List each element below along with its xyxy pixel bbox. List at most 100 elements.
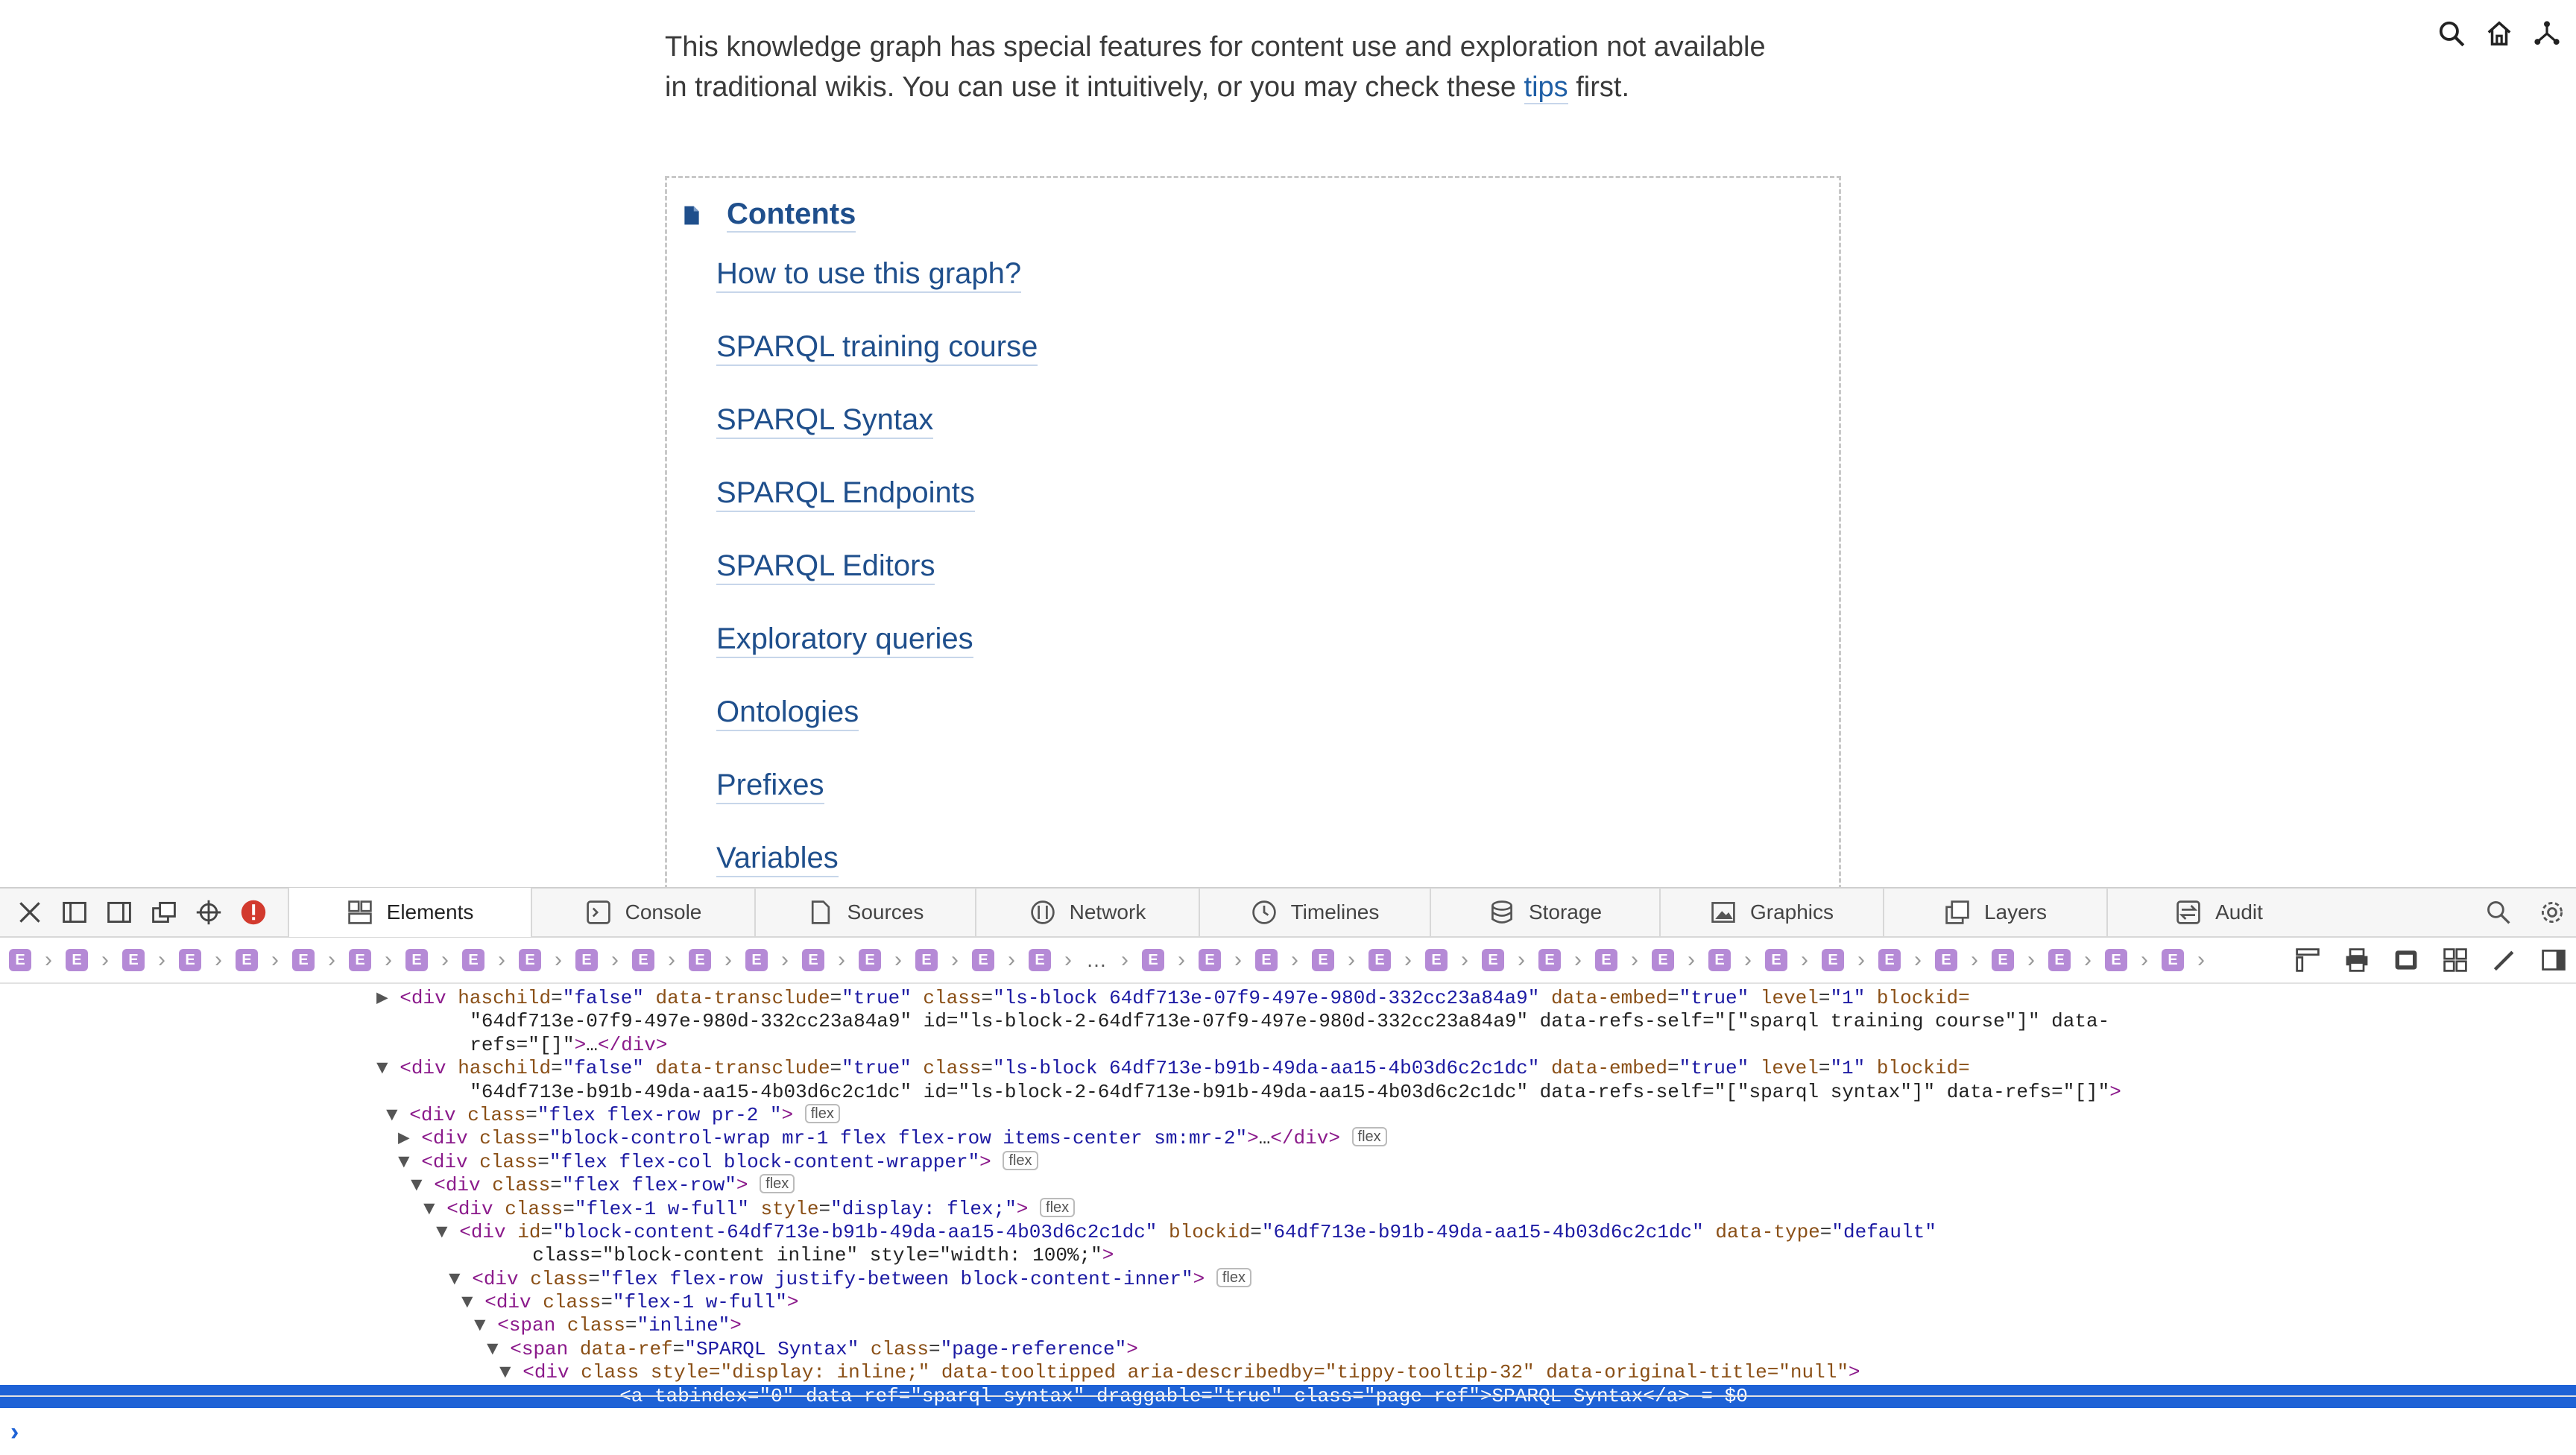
breadcrumb-element[interactable]: E ›: [859, 947, 915, 972]
dom-node[interactable]: ▶ <div haschild="false" data-transclude=…: [0, 987, 2576, 1010]
dom-node[interactable]: ▼ <div haschild="false" data-transclude=…: [0, 1057, 2576, 1080]
breadcrumb-element[interactable]: E ›: [1199, 947, 1255, 972]
tab-network[interactable]: Network: [975, 888, 1199, 937]
toc-link[interactable]: SPARQL training course: [716, 330, 1038, 366]
dom-node[interactable]: "64df713e-07f9-497e-980d-332cc23a84a9" i…: [0, 1010, 2576, 1033]
breadcrumb-element[interactable]: E ›: [1765, 947, 1822, 972]
gear-icon[interactable]: [2539, 899, 2566, 926]
toc-link[interactable]: SPARQL Endpoints: [716, 476, 975, 512]
dom-node[interactable]: refs="[]">…</div>: [0, 1034, 2576, 1057]
error-icon[interactable]: [239, 897, 268, 927]
breadcrumb-element[interactable]: E ›: [2162, 947, 2218, 972]
breadcrumb-element[interactable]: E ›: [179, 947, 236, 972]
flex-badge[interactable]: flex: [804, 1103, 840, 1123]
dom-node[interactable]: ▶ <div class="block-control-wrap mr-1 fl…: [0, 1127, 2576, 1150]
breadcrumb-element[interactable]: E ›: [405, 947, 462, 972]
tab-layers[interactable]: Layers: [1883, 888, 2106, 937]
breadcrumb-element[interactable]: E ›: [1368, 947, 1425, 972]
disclosure-triangle-icon[interactable]: ▼: [423, 1198, 446, 1220]
breadcrumb-element[interactable]: E ›: [1425, 947, 1482, 972]
breadcrumb-element[interactable]: E ›: [1312, 947, 1368, 972]
toc-link[interactable]: Ontologies: [716, 695, 859, 731]
dom-node[interactable]: ▼ <div class="flex flex-row"> flex: [0, 1174, 2576, 1197]
disclosure-triangle-icon[interactable]: ▼: [461, 1291, 484, 1313]
breadcrumb-element[interactable]: E ›: [1482, 947, 1538, 972]
toc-link[interactable]: How to use this graph?: [716, 257, 1022, 293]
disclosure-triangle-icon[interactable]: ▼: [411, 1174, 434, 1196]
breadcrumb-element[interactable]: E ›: [1029, 947, 1085, 972]
disclosure-triangle-icon[interactable]: ▼: [499, 1361, 523, 1383]
flex-badge[interactable]: flex: [1003, 1150, 1038, 1170]
disclosure-triangle-icon[interactable]: ▼: [398, 1151, 421, 1173]
breadcrumb-element[interactable]: E ›: [122, 947, 179, 972]
dom-node[interactable]: ▼ <span class="inline">: [0, 1314, 2576, 1337]
breadcrumb-element[interactable]: E ›: [9, 947, 66, 972]
breadcrumb-element[interactable]: E ›: [292, 947, 349, 972]
dom-node[interactable]: ▼ <div class="flex flex-col block-conten…: [0, 1150, 2576, 1174]
breadcrumb-element[interactable]: E ›: [802, 947, 859, 972]
dock-right-icon[interactable]: [104, 897, 134, 927]
toc-link[interactable]: Variables: [716, 842, 839, 877]
breadcrumb-element[interactable]: E ›: [1538, 947, 1595, 972]
graph-icon[interactable]: [2533, 19, 2561, 48]
element-picker-icon[interactable]: [194, 897, 224, 927]
breadcrumb-element[interactable]: E ›: [1935, 947, 1992, 972]
flex-badge[interactable]: flex: [1216, 1267, 1251, 1287]
breadcrumb-element[interactable]: E ›: [689, 947, 745, 972]
dom-node[interactable]: class="block-content inline" style="widt…: [0, 1244, 2576, 1267]
flex-badge[interactable]: flex: [1351, 1127, 1387, 1147]
pencil-icon[interactable]: [2491, 947, 2518, 973]
breadcrumb-element[interactable]: E ›: [575, 947, 632, 972]
sidebar-toggle-icon[interactable]: [2540, 947, 2567, 973]
disclosure-triangle-icon[interactable]: ▶: [376, 987, 400, 1009]
dom-node[interactable]: ▼ <span data-ref="SPARQL Syntax" class="…: [0, 1338, 2576, 1361]
tab-graphics[interactable]: Graphics: [1659, 888, 1883, 937]
breadcrumb-element[interactable]: E ›: [2105, 947, 2162, 972]
dom-node[interactable]: ▼ <div class="flex-1 w-full">: [0, 1291, 2576, 1314]
breadcrumb-element[interactable]: E ›: [1878, 947, 1935, 972]
disclosure-triangle-icon[interactable]: ▼: [386, 1104, 409, 1126]
toc-link[interactable]: Exploratory queries: [716, 622, 973, 658]
search-icon[interactable]: [2437, 19, 2466, 48]
breadcrumb-element[interactable]: E ›: [236, 947, 292, 972]
print-icon[interactable]: [2343, 947, 2370, 973]
disclosure-triangle-icon[interactable]: ▼: [436, 1221, 459, 1243]
toc-link[interactable]: SPARQL Editors: [716, 549, 935, 585]
tab-elements[interactable]: Elements: [288, 888, 531, 937]
breadcrumb-element[interactable]: E ›: [972, 947, 1029, 972]
tab-audit[interactable]: Audit: [2106, 888, 2330, 937]
breadcrumb-element[interactable]: E ›: [1595, 947, 1652, 972]
dom-node[interactable]: "64df713e-b91b-49da-aa15-4b03d6c2c1dc" i…: [0, 1081, 2576, 1104]
toc-link[interactable]: SPARQL Syntax: [716, 403, 934, 439]
dom-node[interactable]: ▼ <div class="flex-1 w-full" style="disp…: [0, 1197, 2576, 1221]
breadcrumb-element[interactable]: E ›: [1652, 947, 1708, 972]
compositing-icon[interactable]: [2393, 947, 2419, 973]
flex-badge[interactable]: flex: [760, 1174, 795, 1194]
breadcrumb-element[interactable]: E ›: [2048, 947, 2105, 972]
tab-timelines[interactable]: Timelines: [1199, 888, 1430, 937]
breadcrumb-element[interactable]: E ›: [745, 947, 802, 972]
disclosure-triangle-icon[interactable]: ▼: [487, 1338, 510, 1360]
toc-link[interactable]: Prefixes: [716, 768, 824, 804]
dom-node[interactable]: ▼ <div class="flex flex-row justify-betw…: [0, 1267, 2576, 1291]
dom-node[interactable]: ▼ <div id="block-content-64df713e-b91b-4…: [0, 1221, 2576, 1244]
tab-sources[interactable]: Sources: [754, 888, 975, 937]
breadcrumb-element[interactable]: E ›: [66, 947, 122, 972]
breadcrumb-element[interactable]: E ›: [1142, 947, 1199, 972]
detach-window-icon[interactable]: [149, 897, 179, 927]
breadcrumb-element[interactable]: E ›: [632, 947, 689, 972]
breadcrumb-element[interactable]: E ›: [1255, 947, 1312, 972]
breadcrumb-element[interactable]: E ›: [462, 947, 519, 972]
breadcrumb-element[interactable]: E ›: [1992, 947, 2048, 972]
breadcrumb-element[interactable]: E ›: [915, 947, 972, 972]
breadcrumb-element[interactable]: E ›: [349, 947, 405, 972]
flex-badge[interactable]: flex: [1040, 1197, 1076, 1217]
tab-console[interactable]: Console: [531, 888, 754, 937]
grid-icon[interactable]: [2442, 947, 2469, 973]
disclosure-triangle-icon[interactable]: ▼: [376, 1057, 400, 1079]
disclosure-triangle-icon[interactable]: ▼: [449, 1268, 472, 1290]
layout-icon[interactable]: [2294, 947, 2321, 973]
close-icon[interactable]: [15, 897, 45, 927]
breadcrumb-element[interactable]: E ›: [519, 947, 575, 972]
tab-storage[interactable]: Storage: [1430, 888, 1659, 937]
